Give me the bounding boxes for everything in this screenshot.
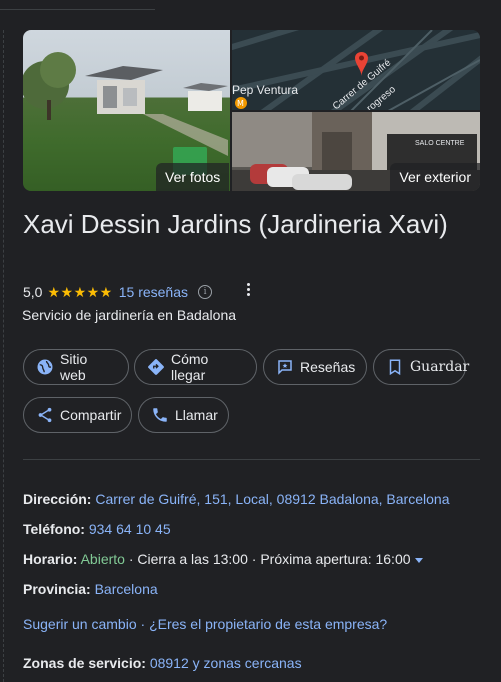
share-button[interactable]: Compartir <box>23 397 132 433</box>
website-button-label: Sitio web <box>60 351 88 383</box>
hours-label: Horario: <box>23 551 78 567</box>
service-area-label: Zonas de servicio: <box>23 655 146 671</box>
hours-dropdown-icon[interactable] <box>414 557 423 563</box>
info-icon[interactable]: i <box>198 285 213 299</box>
hours-detail: · Cierra a las 13:00 · Próxima apertura:… <box>124 551 411 567</box>
share-icon <box>38 407 52 423</box>
store-sign-text: SALO CENTRE <box>415 140 465 147</box>
photo-gallery: Ver fotos M Pep Ventura Carrer de Guifré… <box>23 30 480 191</box>
star-rating-icon: ★★★★★ <box>47 283 113 300</box>
bookmark-icon <box>389 359 401 376</box>
phone-link[interactable]: 934 64 10 45 <box>89 521 171 537</box>
map-poi-label: Pep Ventura <box>232 83 298 97</box>
reviews-button-label: Reseñas <box>300 359 356 375</box>
rating-value: 5,0 <box>23 284 43 300</box>
link-separator: · <box>136 616 150 632</box>
phone-row: Teléfono: 934 64 10 45 <box>23 521 171 537</box>
rating-row: 5,0 ★★★★★ 15 reseñas i <box>23 283 213 301</box>
hours-row[interactable]: Horario: Abierto · Cierra a las 13:00 · … <box>23 551 423 567</box>
directions-button-label: Cómo llegar <box>171 351 209 383</box>
street-view-thumbnail[interactable]: SALO CENTRE Ver exterior <box>232 112 480 191</box>
call-button[interactable]: Llamar <box>138 397 229 433</box>
view-photos-label[interactable]: Ver fotos <box>156 163 230 191</box>
directions-button[interactable]: Cómo llegar <box>134 349 257 385</box>
more-options-icon[interactable] <box>244 282 252 298</box>
save-button[interactable]: Guardar <box>373 349 470 385</box>
address-row: Dirección: Carrer de Guifré, 151, Local,… <box>23 491 449 507</box>
province-link[interactable]: Barcelona <box>95 581 158 597</box>
globe-icon <box>37 359 53 375</box>
province-row: Provincia: Barcelona <box>23 581 158 597</box>
review-icon <box>278 360 292 375</box>
address-label: Dirección: <box>23 491 92 507</box>
suggestions-row: Sugerir un cambio · ¿Eres el propietario… <box>23 616 387 632</box>
map-thumbnail[interactable]: M Pep Ventura Carrer de Guifré rogreso <box>232 30 480 110</box>
section-divider <box>23 459 480 460</box>
phone-label: Teléfono: <box>23 521 85 537</box>
address-link[interactable]: Carrer de Guifré, 151, Local, 08912 Bada… <box>95 491 449 507</box>
phone-icon <box>153 408 167 422</box>
svg-text:M: M <box>237 99 244 108</box>
call-button-label: Llamar <box>175 407 218 423</box>
service-area-row: Zonas de servicio: 08912 y zonas cercana… <box>23 655 302 671</box>
website-button[interactable]: Sitio web <box>23 349 129 385</box>
province-label: Provincia: <box>23 581 91 597</box>
reviews-button[interactable]: Reseñas <box>263 349 367 385</box>
main-photo[interactable]: Ver fotos <box>23 30 230 191</box>
hours-status: Abierto <box>80 551 125 567</box>
service-area-link[interactable]: 08912 y zonas cercanas <box>150 655 302 671</box>
owner-claim-link[interactable]: ¿Eres el propietario de esta empresa? <box>149 616 387 632</box>
map-image: M Pep Ventura Carrer de Guifré rogreso <box>232 30 480 110</box>
suggest-edit-link[interactable]: Sugerir un cambio <box>23 616 137 632</box>
view-exterior-label[interactable]: Ver exterior <box>390 163 480 191</box>
directions-icon <box>148 359 164 375</box>
share-button-label: Compartir <box>60 407 122 423</box>
reviews-count-link[interactable]: 15 reseñas <box>119 284 188 300</box>
save-button-label: Guardar <box>410 359 470 375</box>
left-border <box>3 30 4 682</box>
top-divider <box>0 0 155 10</box>
business-category: Servicio de jardinería en Badalona <box>22 307 237 323</box>
business-title: Xavi Dessin Jardins (Jardineria Xavi) <box>23 209 448 239</box>
